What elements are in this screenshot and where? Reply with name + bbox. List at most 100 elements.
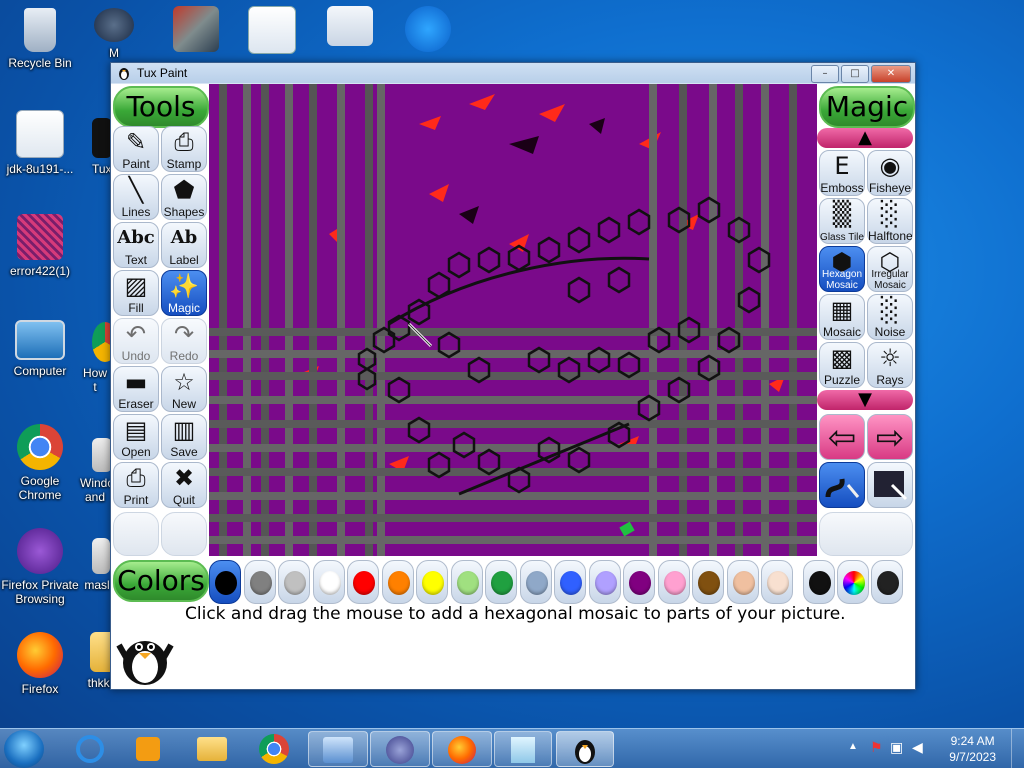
color-wheel-button[interactable] — [837, 560, 869, 604]
volume-icon[interactable]: ◀ — [912, 739, 923, 756]
color-swatch[interactable] — [588, 560, 621, 604]
color-swatch[interactable] — [450, 560, 483, 604]
open-icon: ▤ — [124, 416, 148, 444]
magic-mode-fullscreen-button[interactable] — [867, 462, 913, 508]
clock[interactable]: 9:24 AM 9/7/2023 — [949, 733, 996, 765]
instruction-text: Click and drag the mouse to add a hexago… — [185, 604, 846, 624]
desktop-icon-howto[interactable]: How t — [64, 322, 118, 394]
tool-quit-button[interactable]: ✖ Quit — [161, 462, 207, 508]
magic-prev-button[interactable]: ⇦ — [819, 414, 865, 460]
tool-paint-button[interactable]: ✎ Paint — [113, 126, 159, 172]
color-swatch[interactable] — [692, 560, 724, 604]
desktop-icon-tux[interactable]: Tux — [64, 118, 112, 176]
color-swatch[interactable] — [485, 560, 517, 604]
desktop-icon-masl[interactable]: masl — [64, 538, 110, 592]
tool-label-button[interactable]: Ab Label — [161, 222, 207, 268]
desktop-icon-java-setup[interactable] — [232, 6, 312, 58]
desktop-icon-firefox[interactable]: Firefox — [0, 632, 80, 696]
taskbar-app-gear[interactable] — [370, 731, 430, 767]
color-mixer-button[interactable] — [871, 560, 903, 604]
show-desktop-button[interactable] — [1011, 729, 1024, 768]
drawing-canvas[interactable] — [209, 84, 817, 556]
tool-save-button[interactable]: ▥ Save — [161, 414, 207, 460]
taskbar-media-player[interactable] — [122, 731, 174, 767]
mosaic-icon: ▦ — [830, 296, 854, 324]
tool-open-button[interactable]: ▤ Open — [113, 414, 159, 460]
magic-puzzle-button[interactable]: ▩ Puzzle — [819, 342, 865, 388]
magic-halftone-button[interactable]: ░ Halftone — [867, 198, 913, 244]
magic-hexagon-mosaic-button[interactable]: ⬢ Hexagon Mosaic — [819, 246, 865, 292]
desktop-icon-keyboard[interactable] — [310, 6, 390, 50]
tool-print-button[interactable]: ⎙ Print — [113, 462, 159, 508]
taskbar-notes[interactable] — [494, 731, 552, 767]
color-swatch[interactable] — [243, 560, 276, 604]
color-swatch[interactable] — [519, 560, 552, 604]
action-center-icon[interactable]: ⚑ — [870, 739, 883, 756]
color-swatch[interactable] — [623, 560, 655, 604]
desktop-icon-windows[interactable]: Windo and — [64, 438, 114, 504]
lines-icon: ╲ — [128, 176, 144, 204]
taskbar-tux-paint[interactable] — [556, 731, 614, 767]
taskbar-chrome[interactable] — [248, 731, 300, 767]
colors-header: Colors — [113, 560, 209, 602]
magic-mosaic-button[interactable]: ▦ Mosaic — [819, 294, 865, 340]
magic-glass-tile-button[interactable]: ▒ Glass Tile — [819, 198, 865, 244]
canvas-artwork — [209, 84, 817, 556]
control-panel-icon — [323, 737, 353, 763]
color-dot — [767, 571, 789, 595]
desktop-icon-error422[interactable]: error422(1) — [0, 214, 80, 278]
tool-magic-button[interactable]: ✨ Magic — [161, 270, 207, 316]
tool-text-button[interactable]: Abc Text — [113, 222, 159, 268]
color-picker-button[interactable] — [803, 560, 835, 604]
shapes-icon: ⬟ — [173, 176, 195, 204]
magic-scroll-up-button[interactable]: ▲ — [817, 128, 913, 148]
close-button[interactable]: ✕ — [871, 65, 911, 83]
tray-expand-icon[interactable]: ▲ — [848, 741, 858, 752]
magic-label: Irregular Mosaic — [871, 269, 909, 291]
start-button[interactable] — [4, 730, 44, 768]
desktop-icon-installer[interactable] — [156, 6, 236, 56]
magic-irregular-mosaic-button[interactable]: ⬡ Irregular Mosaic — [867, 246, 913, 292]
firefox-private-icon — [17, 528, 63, 574]
desktop-icon-m[interactable]: M — [74, 8, 154, 60]
save-icon: ▥ — [172, 416, 196, 444]
color-swatch[interactable] — [278, 560, 310, 604]
desktop-icon-circle-app[interactable] — [388, 6, 468, 56]
color-swatch[interactable] — [726, 560, 759, 604]
color-wheel-icon — [843, 571, 865, 595]
tool-stamp-button[interactable]: ⎙ Stamp — [161, 126, 207, 172]
magic-emboss-button[interactable]: E Emboss — [819, 150, 865, 196]
color-swatch[interactable] — [554, 560, 586, 604]
color-swatch[interactable] — [416, 560, 448, 604]
magic-next-button[interactable]: ⇨ — [867, 414, 913, 460]
taskbar-control-panel[interactable] — [308, 731, 368, 767]
tool-undo-button[interactable]: ↶ Undo — [113, 318, 159, 364]
color-swatch[interactable] — [381, 560, 414, 604]
magic-noise-button[interactable]: ░ Noise — [867, 294, 913, 340]
network-icon[interactable]: ▣ — [890, 739, 903, 756]
magic-fisheye-button[interactable]: ◉ Fisheye — [867, 150, 913, 196]
color-swatch[interactable] — [657, 560, 690, 604]
magic-scroll-down-button[interactable]: ▼ — [817, 390, 913, 410]
color-swatch[interactable] — [312, 560, 345, 604]
window-titlebar[interactable]: Tux Paint – □ ✕ — [111, 63, 915, 83]
notepad-icon — [511, 737, 535, 763]
tool-eraser-button[interactable]: ▬ Eraser — [113, 366, 159, 412]
taskbar-explorer[interactable] — [186, 731, 238, 767]
tool-shapes-button[interactable]: ⬟ Shapes — [161, 174, 207, 220]
tool-fill-button[interactable]: ▨ Fill — [113, 270, 159, 316]
tool-new-button[interactable]: ☆ New — [161, 366, 207, 412]
tool-redo-button[interactable]: ↷ Redo — [161, 318, 207, 364]
taskbar-firefox[interactable] — [432, 731, 492, 767]
tool-lines-button[interactable]: ╲ Lines — [113, 174, 159, 220]
minimize-button[interactable]: – — [811, 65, 839, 83]
color-swatch[interactable] — [209, 560, 241, 604]
taskbar-ie[interactable] — [64, 731, 116, 767]
maximize-button[interactable]: □ — [841, 65, 869, 83]
color-swatch[interactable] — [347, 560, 379, 604]
color-swatch[interactable] — [761, 560, 793, 604]
magic-label: Emboss — [820, 181, 864, 195]
magic-mode-paint-button[interactable] — [819, 462, 865, 508]
magic-rays-button[interactable]: ☼ Rays — [867, 342, 913, 388]
desktop-icon-recycle-bin[interactable]: Recycle Bin — [0, 8, 80, 70]
